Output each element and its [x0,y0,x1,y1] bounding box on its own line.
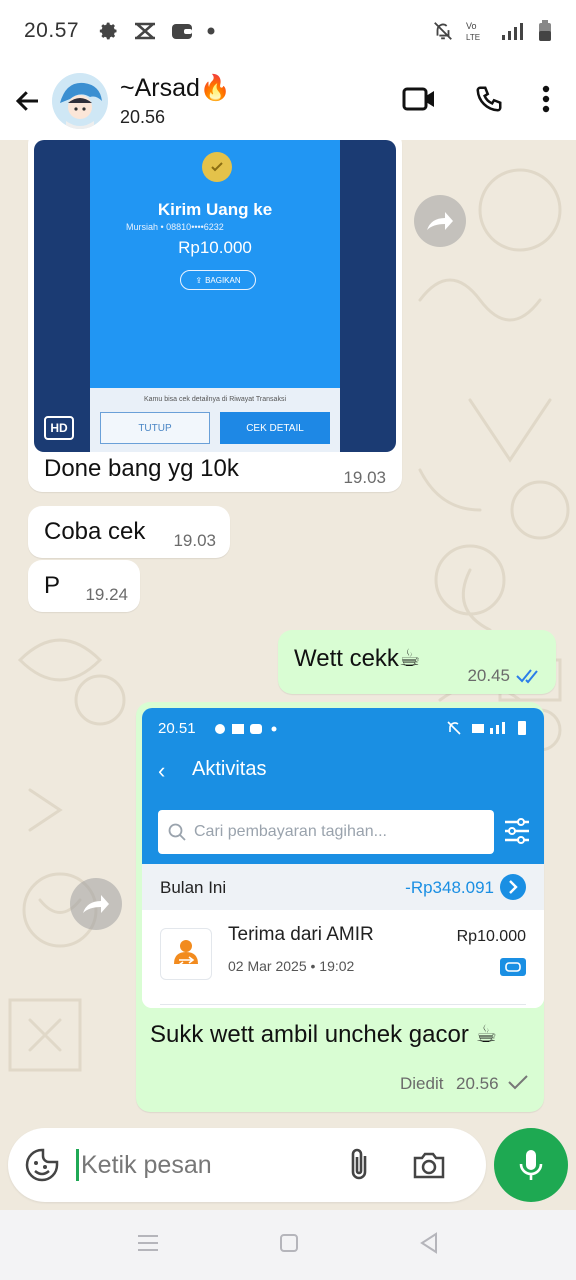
back-triangle-icon [420,1231,437,1254]
outgoing-text-message[interactable]: Wett cekk☕ 20.45 [278,630,556,694]
message-text: Done bang yg 10k [44,455,239,482]
incoming-image-message[interactable]: Kirim Uang ke Mursiah • 08810••••6232 Rp… [28,140,402,492]
message-text: Wett cekk☕ [294,645,421,672]
more-vertical-icon [542,85,550,112]
attach-button[interactable] [341,1145,377,1185]
photo-amount: Rp10.000 [178,238,252,257]
message-text: Coba cek [44,518,146,545]
activity-screenshot[interactable]: 20.51 ‹ Aktivitas Cari pembayaran tagiha… [142,708,544,1008]
photo-recipient: Mursiah • 08810••••6232 [126,222,224,232]
filter-icon [505,818,529,844]
phone-icon [476,86,502,112]
photo-title: Kirim Uang ke [157,200,273,219]
status-bar: 20.57 Vo LTE [0,0,576,62]
message-time: 19.03 [173,531,216,550]
message-time: 20.56 [456,1074,499,1093]
chevron-right-icon [500,874,526,900]
text-cursor [76,1149,79,1181]
receive-money-icon [160,928,212,980]
forward-arrow-icon [83,895,109,913]
wallet-badge-icon [500,958,526,976]
volte-top-label: Vo [466,21,477,31]
sticker-button[interactable] [24,1147,60,1183]
photo-close-button: TUTUP [100,412,210,444]
share-icon: ⇪ [195,275,203,285]
success-check-icon [202,152,232,182]
screenshot-back-icon: ‹ [158,758,166,783]
video-call-button[interactable] [402,86,436,117]
video-camera-icon [402,87,434,110]
screenshot-status-icons [215,724,277,734]
voice-message-button[interactable] [494,1128,568,1202]
photo-note: Kamu bisa cek detailnya di Riwayat Trans… [143,396,286,403]
paperclip-icon [351,1148,367,1180]
notification-dot-icon [207,27,215,35]
wallet-icon [171,21,193,41]
screenshot-month-summary: Bulan Ini -Rp348.091 [142,864,544,910]
microphone-icon [519,1150,543,1180]
search-icon [168,823,186,841]
contact-name: ~Arsad🔥 [120,74,232,102]
capcut-icon [133,21,157,41]
forward-button[interactable] [414,195,466,247]
camera-button[interactable] [409,1145,449,1185]
screenshot-title: Aktivitas [192,758,267,780]
message-edited-label: Diedit [400,1074,444,1093]
system-back-button[interactable] [419,1231,439,1259]
screenshot-search-field: Cari pembayaran tagihan... [158,810,494,854]
message-text: P [44,572,61,599]
system-navigation-bar [0,1210,576,1280]
menu-lines-icon [138,1234,158,1251]
outgoing-image-message[interactable]: 20.51 ‹ Aktivitas Cari pembayaran tagiha… [136,702,544,1112]
message-time: 20.45 [467,666,510,685]
home-button[interactable] [279,1233,299,1258]
battery-icon [538,20,552,42]
contact-last-seen: 20.56 [120,107,166,127]
more-options-button[interactable] [542,85,550,118]
message-time: 19.24 [85,585,128,604]
forward-arrow-icon [427,212,453,230]
contact-info[interactable]: ~Arsad🔥 20.56 [120,74,231,128]
mute-bell-icon [432,20,454,42]
arrow-left-icon [15,91,38,111]
hd-badge: HD [44,416,74,440]
sticker-icon [25,1148,59,1182]
settings-gear-icon [99,21,119,41]
screenshot-transaction-row: Terima dari AMIR 02 Mar 2025 • 19:02 Rp1… [142,910,544,1008]
message-time: 19.03 [343,468,386,487]
incoming-text-message[interactable]: Coba cek 19.03 [28,506,230,558]
volte-icon: Vo LTE [466,19,488,43]
incoming-text-message[interactable]: P 19.24 [28,560,140,612]
screenshot-status-right-icons [447,721,526,735]
message-composer [8,1128,486,1202]
single-check-icon [508,1075,528,1090]
recent-apps-button[interactable] [137,1234,159,1257]
double-check-read-icon [516,669,538,684]
photo-detail-button: CEK DETAIL [220,412,330,444]
status-time: 20.57 [24,19,80,42]
message-text: Sukk wett ambil unchek gacor ☕ [150,1021,498,1048]
message-input[interactable] [81,1150,321,1180]
message-list[interactable]: Kirim Uang ke Mursiah • 08810••••6232 Rp… [0,140,576,1130]
back-button[interactable] [6,79,50,123]
screenshot-time: 20.51 [158,720,196,737]
home-square-icon [280,1233,298,1252]
chat-header: ~Arsad🔥 20.56 [0,62,576,140]
payment-photo[interactable]: Kirim Uang ke Mursiah • 08810••••6232 Rp… [34,140,396,452]
photo-share-button: ⇪ BAGIKAN [180,270,256,290]
voice-call-button[interactable] [474,84,504,119]
contact-avatar[interactable] [52,73,108,129]
camera-icon [413,1152,445,1179]
signal-icon [500,21,526,41]
volte-bottom-label: LTE [466,33,480,42]
forward-button[interactable] [70,878,122,930]
